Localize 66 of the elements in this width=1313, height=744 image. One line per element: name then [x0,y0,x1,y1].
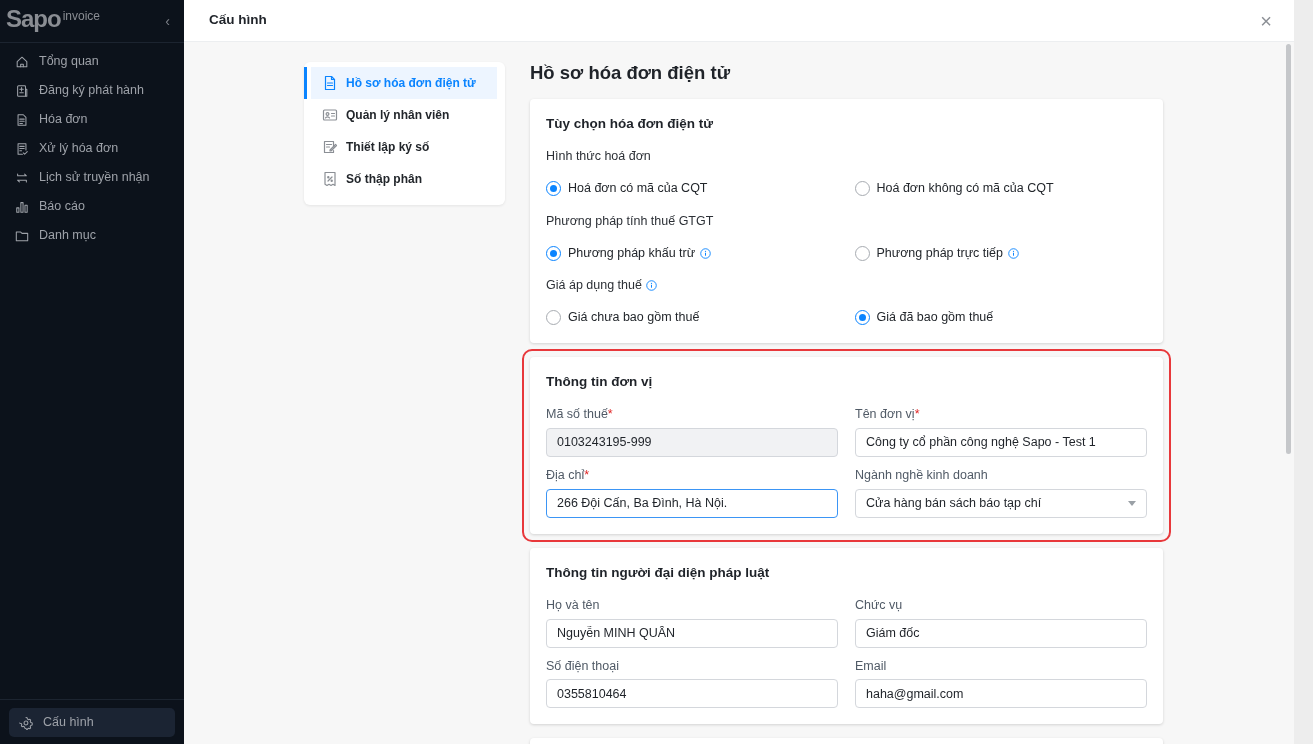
radio-button[interactable] [546,245,561,261]
logo: Sapo [6,6,61,34]
sidebar-item[interactable]: Đăng ký phát hành [0,76,184,105]
folder-icon [15,228,29,243]
group-label: Giá áp dụng thuế [546,277,642,295]
sidebar-item[interactable]: Tổng quan [0,47,184,76]
section-title: Thông tin người đại diện pháp luật [546,563,771,582]
document-icon [322,75,338,91]
select-field[interactable]: Cửa hàng bán sách báo tạp chí [855,488,1147,518]
caret-icon [1128,500,1136,506]
field-label: Ngành nghề kinh doanh [855,466,989,484]
radio-option[interactable]: Giá đã bao gồm thuế [854,308,994,327]
home-icon [15,54,29,69]
radio-option[interactable]: Phương pháp trực tiếp [854,243,1019,263]
scrollbar[interactable] [1286,44,1291,454]
settings-icon [19,715,33,730]
dialog-title: Cấu hình [209,11,267,30]
page-title: Hồ sơ hóa đơn điện tử [530,62,732,85]
radio-button[interactable] [546,181,561,197]
field-label: Địa chỉ* [546,466,591,484]
info-icon [700,247,712,259]
sidebar-item[interactable]: Hóa đơn [0,105,184,134]
input-field[interactable]: 0355810464 [546,679,838,709]
field-label: Họ và tên [546,596,601,614]
sidebar-item[interactable]: Lịch sử truyền nhận [0,163,184,192]
sidebar-item[interactable]: Báo cáo [0,192,184,221]
input-field[interactable]: 266 Đội Cấn, Ba Đình, Hà Nội. [546,488,838,518]
field-label: Email [855,657,888,675]
field-label: Số điện thoại [546,657,620,675]
collapse-button[interactable]: ‹ [163,10,172,32]
radio-button[interactable] [854,310,870,326]
field-label: Tên đơn vị* [855,406,921,424]
document-icon [15,83,29,98]
group-label: Phương pháp tính thuế GTGT [546,213,714,228]
swap-icon [15,170,29,185]
field-label: Mã số thuế* [546,406,614,424]
info-icon [645,280,657,292]
radio-button[interactable] [546,310,561,326]
input-field[interactable]: haha@gmail.com [855,679,1147,709]
settings-nav-item[interactable]: Thiết lập ký số [304,131,497,163]
radio-option[interactable]: Hoá đơn không có mã của CQT [854,179,1054,198]
radio-button[interactable] [854,245,870,261]
radio-option[interactable]: Phương pháp khấu trừ [546,243,712,263]
sidebar-item[interactable]: Xử lý hóa đơn [0,134,184,163]
logo-suffix: invoice [62,7,101,25]
id-card-icon [322,107,338,123]
percent-receipt-icon [322,171,338,187]
sidebar-item[interactable]: Cấu hình [9,708,175,737]
document-icon [15,112,29,127]
settings-nav-item[interactable]: Quản lý nhân viên [304,99,497,131]
radio-option[interactable]: Hoá đơn có mã của CQT [546,179,708,198]
checklist-icon [15,141,29,156]
input-field[interactable]: Nguyễn MINH QUÂN [546,618,838,648]
field-label: Chức vụ [855,596,904,614]
bar-chart-icon [15,199,29,214]
input-field[interactable]: Công ty cổ phần công nghệ Sapo - Test 1 [855,427,1147,457]
radio-button[interactable] [854,181,870,197]
radio-option[interactable]: Giá chưa bao gồm thuế [546,308,700,327]
pen-document-icon [322,139,338,155]
group-label: Hình thức hoá đơn [546,149,651,164]
settings-nav-item[interactable]: Số thập phân [304,163,497,195]
sidebar-item[interactable]: Danh mục [0,221,184,250]
section-title: Thông tin đơn vị [546,372,654,391]
input-field[interactable]: Giám đốc [855,618,1147,648]
section-title: Tùy chọn hóa đơn điện tử [546,115,715,134]
info-icon [1007,247,1019,259]
